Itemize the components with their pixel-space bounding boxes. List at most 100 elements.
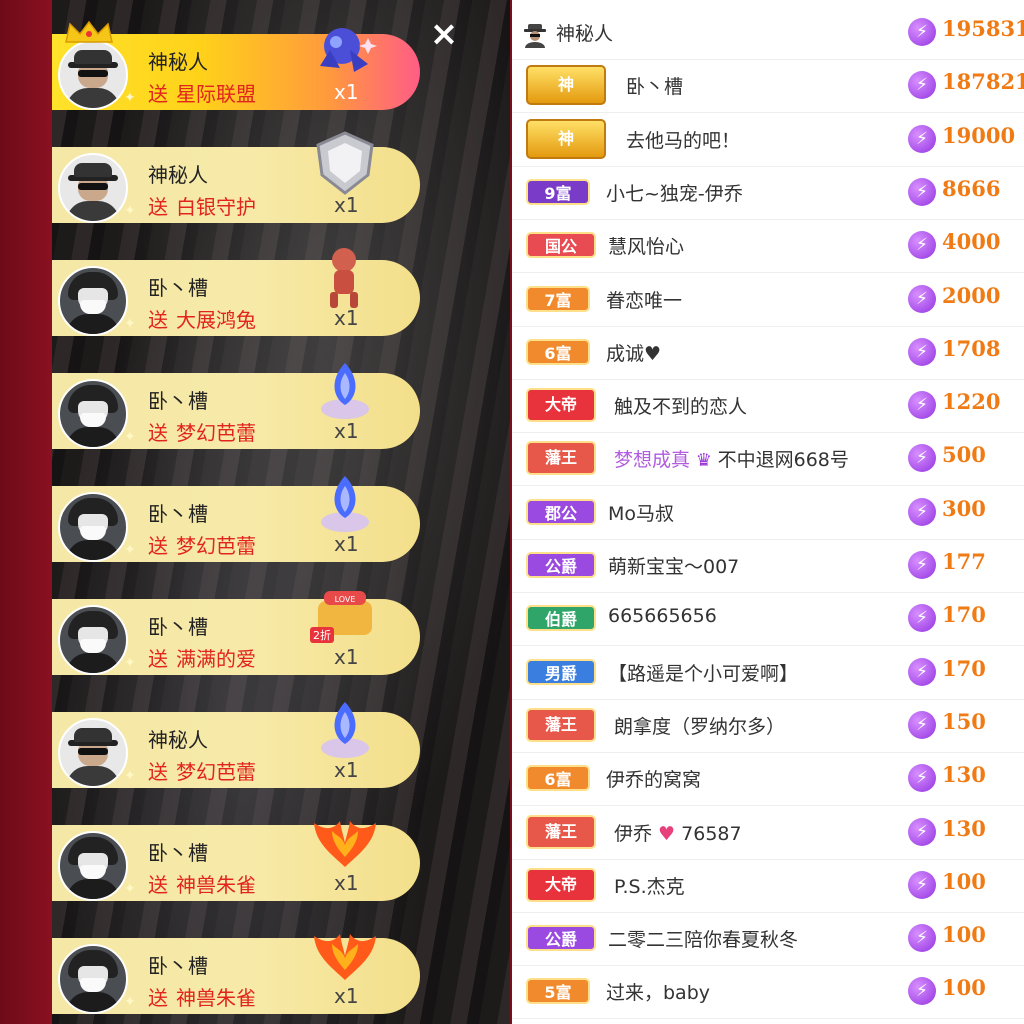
ranking-username[interactable]: 触及不到的恋人 (614, 392, 747, 419)
sparkle-icon: ✦ (124, 994, 136, 1010)
contribution-score: 8666 (942, 176, 1001, 201)
ranking-row[interactable]: 藩王 伊乔 ♥ 76587 ⚡ 130 (512, 806, 1024, 860)
ranking-username[interactable]: P.S.杰克 (614, 872, 685, 899)
ranking-row[interactable]: 9富 小七~独宠-伊乔 ⚡ 8666 (512, 166, 1024, 220)
ranking-row[interactable]: 6富 伊乔的窝窝 ⚡ 130 (512, 752, 1024, 806)
rank-badge: 伯爵 (526, 605, 596, 631)
close-button[interactable]: × (428, 17, 460, 51)
gift-quantity: x1 (334, 984, 359, 1008)
avatar[interactable] (58, 40, 128, 110)
ranking-row[interactable]: 5富 过来，baby ⚡ 100 (512, 965, 1024, 1019)
avatar[interactable] (58, 605, 128, 675)
gift-description: 送满满的爱 (148, 643, 256, 672)
sender-name[interactable]: 卧丶槽 (148, 498, 208, 527)
avatar[interactable] (58, 153, 128, 223)
sparkle-icon: ✦ (124, 90, 136, 106)
ranking-username[interactable]: 小七~独宠-伊乔 (606, 179, 743, 206)
ranking-row[interactable]: 神秘人 ⚡ 195831 (512, 6, 1024, 60)
gift-quantity: x1 (334, 193, 359, 217)
ranking-row[interactable]: 藩王 梦想成真 ♛ 不中退网668号 ⚡ 500 (512, 432, 1024, 486)
username-text: 小七~独宠-伊乔 (606, 183, 743, 205)
gift-message: ✦ 神秘人送梦幻芭蕾 x1 (52, 702, 420, 788)
gift-message: ✦ 神秘人送白银守护 x1 (52, 131, 420, 223)
gift-name: 大展鸿兔 (176, 308, 256, 332)
ranking-username[interactable]: 去他马的吧！ (626, 126, 740, 153)
ranking-username[interactable]: 伊乔的窝窝 (606, 765, 701, 792)
ranking-row[interactable]: 神卧丶槽 ⚡ 187821 (512, 59, 1024, 113)
left-strip (0, 0, 52, 1024)
username-text: 伊乔的窝窝 (606, 769, 702, 791)
svg-text:LOVE: LOVE (335, 595, 356, 604)
rank-badge: 公爵 (526, 552, 596, 578)
ranking-username[interactable]: 665665656 (608, 605, 717, 627)
ranking-row[interactable]: 国公 慧风怡心 ⚡ 4000 (512, 219, 1024, 273)
username-text: P.S.杰克 (614, 876, 685, 898)
ranking-username[interactable]: 眷恋唯一 (606, 286, 682, 313)
ranking-row[interactable]: 公爵 萌新宝宝～007 ⚡ 177 (512, 539, 1024, 593)
gift-message: ✦ 卧丶槽送神兽朱雀 x1 (52, 934, 420, 1014)
username-text: 不中退网668号 (717, 449, 849, 471)
contribution-score: 1708 (942, 336, 1001, 361)
send-verb: 送 (148, 647, 168, 671)
avatar[interactable] (58, 944, 128, 1014)
sender-name[interactable]: 卧丶槽 (148, 837, 208, 866)
avatar[interactable] (58, 831, 128, 901)
gift-name: 神兽朱雀 (176, 986, 256, 1010)
sender-name[interactable]: 卧丶槽 (148, 385, 208, 414)
gift-message: ✦ 卧丶槽送梦幻芭蕾 x1 (52, 476, 420, 562)
contribution-score: 195831 (942, 16, 1024, 41)
lightning-coin-icon: ⚡ (908, 18, 936, 46)
username-text: 眷恋唯一 (606, 290, 683, 312)
contribution-score: 300 (942, 496, 986, 521)
ranking-username[interactable]: 【路遥是个小可爱啊】 (608, 659, 798, 686)
contribution-score: 187821 (942, 69, 1024, 94)
ranking-username[interactable]: 过来，baby (606, 978, 710, 1005)
rank-badge: 国公 (526, 232, 596, 258)
ranking-username[interactable]: 慧风怡心 (608, 232, 684, 259)
ranking-row[interactable]: 神去他马的吧！ ⚡ 19000 (512, 113, 1024, 167)
avatar[interactable] (58, 718, 128, 788)
name-prefix: 伊乔 (614, 823, 653, 845)
ranking-username[interactable]: Mo马叔 (608, 499, 674, 526)
ranking-row[interactable]: 大帝 P.S.杰克 ⚡ 100 (512, 859, 1024, 913)
ranking-username[interactable]: 神秘人 (556, 19, 613, 46)
ranking-username[interactable]: 伊乔 ♥ 76587 (614, 819, 742, 846)
ranking-username[interactable]: 二零二三陪你春夏秋冬 (608, 925, 798, 952)
ranking-row[interactable]: 男爵 【路遥是个小可爱啊】 ⚡ 170 (512, 646, 1024, 700)
sender-name[interactable]: 神秘人 (148, 159, 208, 188)
send-verb: 送 (148, 308, 168, 332)
sparkle-icon: ✦ (124, 203, 136, 219)
ranking-row[interactable]: 藩王 朗拿度（罗纳尔多） ⚡ 150 (512, 699, 1024, 753)
ranking-row[interactable]: 7富 眷恋唯一 ⚡ 2000 (512, 273, 1024, 327)
discount-tag: 2折 (310, 627, 334, 643)
sender-name[interactable]: 神秘人 (148, 724, 208, 753)
ranking-row[interactable]: 郡公 Mo马叔 ⚡ 300 (512, 486, 1024, 540)
sender-name[interactable]: 卧丶槽 (148, 272, 208, 301)
sparkle-icon: ✦ (124, 316, 136, 332)
rank-badge: 5富 (526, 978, 590, 1004)
avatar[interactable] (58, 266, 128, 336)
ranking-username[interactable]: 萌新宝宝～007 (608, 552, 739, 579)
gift-image-icon (310, 807, 380, 879)
username-text: 二零二三陪你春夏秋冬 (608, 929, 799, 951)
sender-name[interactable]: 卧丶槽 (148, 950, 208, 979)
username-text: 萌新宝宝～007 (608, 556, 740, 578)
gift-image-icon (310, 694, 380, 766)
ranking-username[interactable]: 梦想成真 ♛ 不中退网668号 (614, 445, 849, 472)
ranking-row[interactable]: 伯爵 665665656 ⚡ 170 (512, 592, 1024, 646)
rank-badge: 神 (526, 119, 606, 159)
sender-name[interactable]: 神秘人 (148, 46, 208, 75)
gift-message: ✦ 卧丶槽送满满的爱 LOVE 2折 x1 (52, 591, 420, 675)
ranking-row[interactable]: 6富 成诚♥ ⚡ 1708 (512, 326, 1024, 380)
ranking-row[interactable]: 大帝 触及不到的恋人 ⚡ 1220 (512, 379, 1024, 433)
ranking-username[interactable]: 朗拿度（罗纳尔多） (614, 712, 785, 739)
ranking-username[interactable]: 卧丶槽 (626, 72, 683, 99)
ranking-row[interactable]: 公爵 二零二三陪你春夏秋冬 ⚡ 100 (512, 912, 1024, 966)
avatar[interactable] (58, 379, 128, 449)
ranking-username[interactable]: 成诚♥ (606, 339, 661, 366)
contribution-score: 500 (942, 442, 986, 467)
avatar[interactable] (58, 492, 128, 562)
gift-image-icon (310, 920, 380, 992)
gift-name: 星际联盟 (176, 82, 256, 106)
sender-name[interactable]: 卧丶槽 (148, 611, 208, 640)
